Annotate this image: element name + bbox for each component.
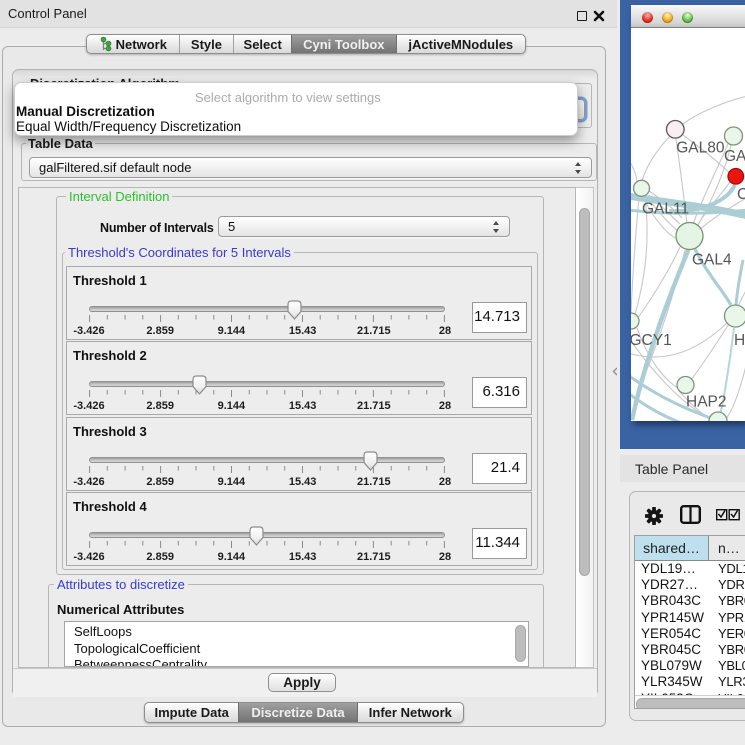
svg-text:GCY1: GCY1 [631, 332, 672, 349]
svg-text:HAP2: HAP2 [686, 394, 727, 411]
svg-text:GAL11: GAL11 [642, 201, 689, 218]
svg-text:GAL2: GAL2 [724, 148, 745, 165]
svg-text:GAL4: GAL4 [692, 252, 732, 269]
svg-text:HA: HA [734, 332, 745, 349]
svg-text:CD: CD [737, 186, 745, 203]
svg-text:GAL80: GAL80 [676, 140, 725, 157]
